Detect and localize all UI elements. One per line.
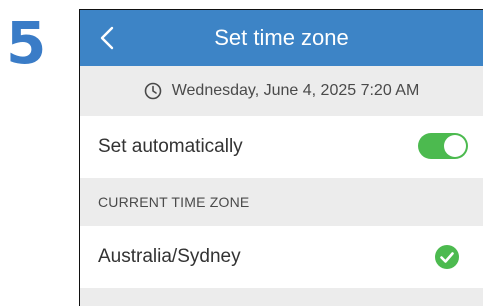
set-automatically-label: Set automatically [98,136,243,157]
app-header: Set time zone [80,10,483,66]
phone-screen: Set time zone Wednesday, June 4, 2025 7:… [79,9,483,306]
section-label: CURRENT TIME ZONE [98,194,250,210]
toggle-knob [444,135,466,157]
datetime-text: Wednesday, June 4, 2025 7:20 AM [171,82,420,99]
page: 5 Set time zone Wednesday, June 4, 2025 … [0,0,483,306]
time-zone-item[interactable]: Australia/Sydney [80,226,483,288]
set-automatically-row: Set automatically [80,116,483,178]
current-datetime: Wednesday, June 4, 2025 7:20 AM [80,66,483,116]
current-time-zone-section: CURRENT TIME ZONE [80,178,483,226]
step-number: 5 [6,9,47,77]
time-zone-label: Australia/Sydney [98,246,241,267]
check-circle-icon [434,244,460,270]
page-title: Set time zone [214,25,349,50]
set-automatically-toggle[interactable] [418,133,468,159]
empty-area [80,288,483,306]
clock-icon [144,82,162,100]
